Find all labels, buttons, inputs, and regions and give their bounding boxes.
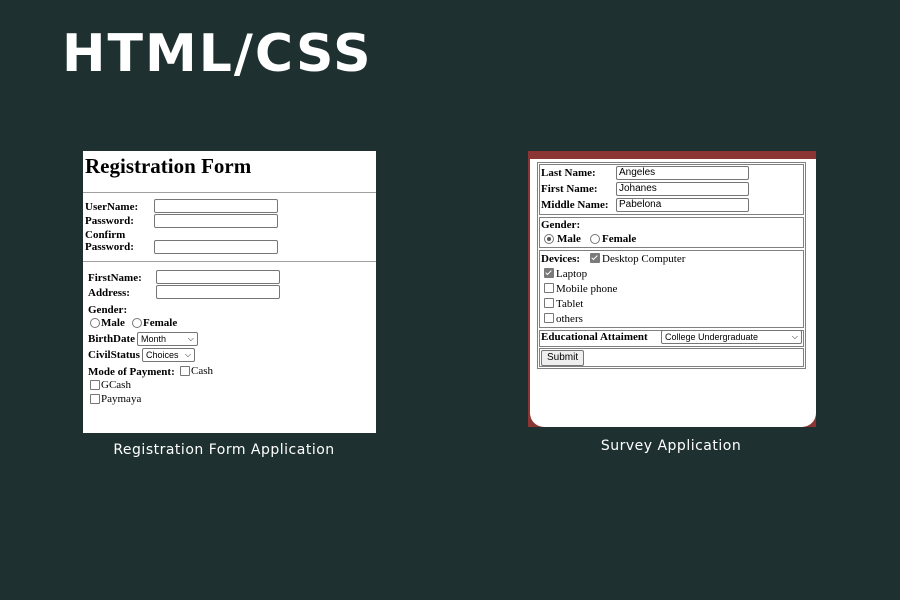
- chevron-down-icon: ⌵: [187, 334, 194, 343]
- civilstatus-label: CivilStatus: [88, 349, 140, 361]
- first-name-input[interactable]: Johanes: [616, 182, 749, 196]
- survey-male-label: Male: [557, 233, 581, 245]
- education-select[interactable]: College Undergraduate ⌵: [661, 330, 802, 344]
- devices-label: Devices:: [541, 253, 581, 265]
- last-name-label: Last Name:: [541, 167, 596, 179]
- birthdate-select-value: Month: [141, 334, 167, 344]
- tablet-checkbox[interactable]: [544, 298, 554, 308]
- male-label: Male: [101, 317, 125, 329]
- female-label: Female: [143, 317, 178, 329]
- gender-label: Gender:: [88, 304, 128, 316]
- username-input[interactable]: [154, 199, 278, 213]
- desktop-label: Desktop Computer: [602, 253, 686, 265]
- password-input[interactable]: [154, 214, 278, 228]
- confirm-password-label: Password:: [85, 241, 134, 253]
- registration-caption: Registration Form Application: [113, 442, 335, 458]
- middle-name-label: Middle Name:: [541, 199, 609, 211]
- survey-caption: Survey Application: [600, 438, 742, 454]
- gcash-label: GCash: [101, 379, 131, 391]
- first-name-label: First Name:: [541, 183, 598, 195]
- paymaya-label: Paymaya: [101, 393, 142, 405]
- confirm-password-input[interactable]: [154, 240, 278, 254]
- laptop-label: Laptop: [556, 268, 588, 280]
- desktop-checkbox[interactable]: [590, 253, 600, 263]
- submit-button[interactable]: Submit: [541, 350, 585, 366]
- firstname-label: FirstName:: [88, 272, 142, 284]
- survey-female-label: Female: [602, 233, 637, 245]
- survey-form-screenshot: Last Name: Angeles First Name: Johanes M…: [528, 151, 816, 427]
- civilstatus-select-value: Choices: [146, 350, 179, 360]
- survey-male-radio[interactable]: [544, 234, 554, 244]
- survey-female-radio[interactable]: [590, 234, 600, 244]
- middle-name-input[interactable]: Pabelona: [616, 198, 749, 212]
- username-label: UserName:: [85, 201, 139, 213]
- payment-label: Mode of Payment:: [88, 366, 175, 378]
- mobile-label: Mobile phone: [556, 283, 618, 295]
- slide-title: HTML/CSS: [62, 24, 373, 84]
- birthdate-select[interactable]: Month ⌵: [137, 332, 198, 346]
- others-label: others: [556, 313, 583, 325]
- paymaya-checkbox[interactable]: [90, 394, 100, 404]
- birthdate-label: BirthDate: [88, 333, 136, 345]
- chevron-down-icon: ⌵: [791, 332, 798, 341]
- registration-form-screenshot: Registration Form UserName: Password: Co…: [83, 151, 376, 433]
- education-label: Educational Attaiment: [541, 331, 648, 343]
- education-select-value: College Undergraduate: [665, 332, 759, 342]
- chevron-down-icon: ⌵: [184, 350, 191, 359]
- divider: [83, 261, 376, 262]
- cash-checkbox[interactable]: [180, 366, 190, 376]
- confirm-label: Confirm: [85, 229, 126, 241]
- male-radio[interactable]: [90, 318, 100, 328]
- cash-label: Cash: [191, 365, 213, 377]
- password-label: Password:: [85, 215, 134, 227]
- address-input[interactable]: [156, 285, 280, 299]
- divider: [83, 192, 376, 193]
- tablet-label: Tablet: [556, 298, 584, 310]
- gcash-checkbox[interactable]: [90, 380, 100, 390]
- laptop-checkbox[interactable]: [544, 268, 554, 278]
- firstname-input[interactable]: [156, 270, 280, 284]
- address-label: Address:: [88, 287, 130, 299]
- registration-form-title: Registration Form: [85, 154, 252, 178]
- mobile-checkbox[interactable]: [544, 283, 554, 293]
- others-checkbox[interactable]: [544, 313, 554, 323]
- survey-gender-label: Gender:: [541, 219, 581, 231]
- female-radio[interactable]: [132, 318, 142, 328]
- last-name-input[interactable]: Angeles: [616, 166, 749, 180]
- civilstatus-select[interactable]: Choices ⌵: [142, 348, 195, 362]
